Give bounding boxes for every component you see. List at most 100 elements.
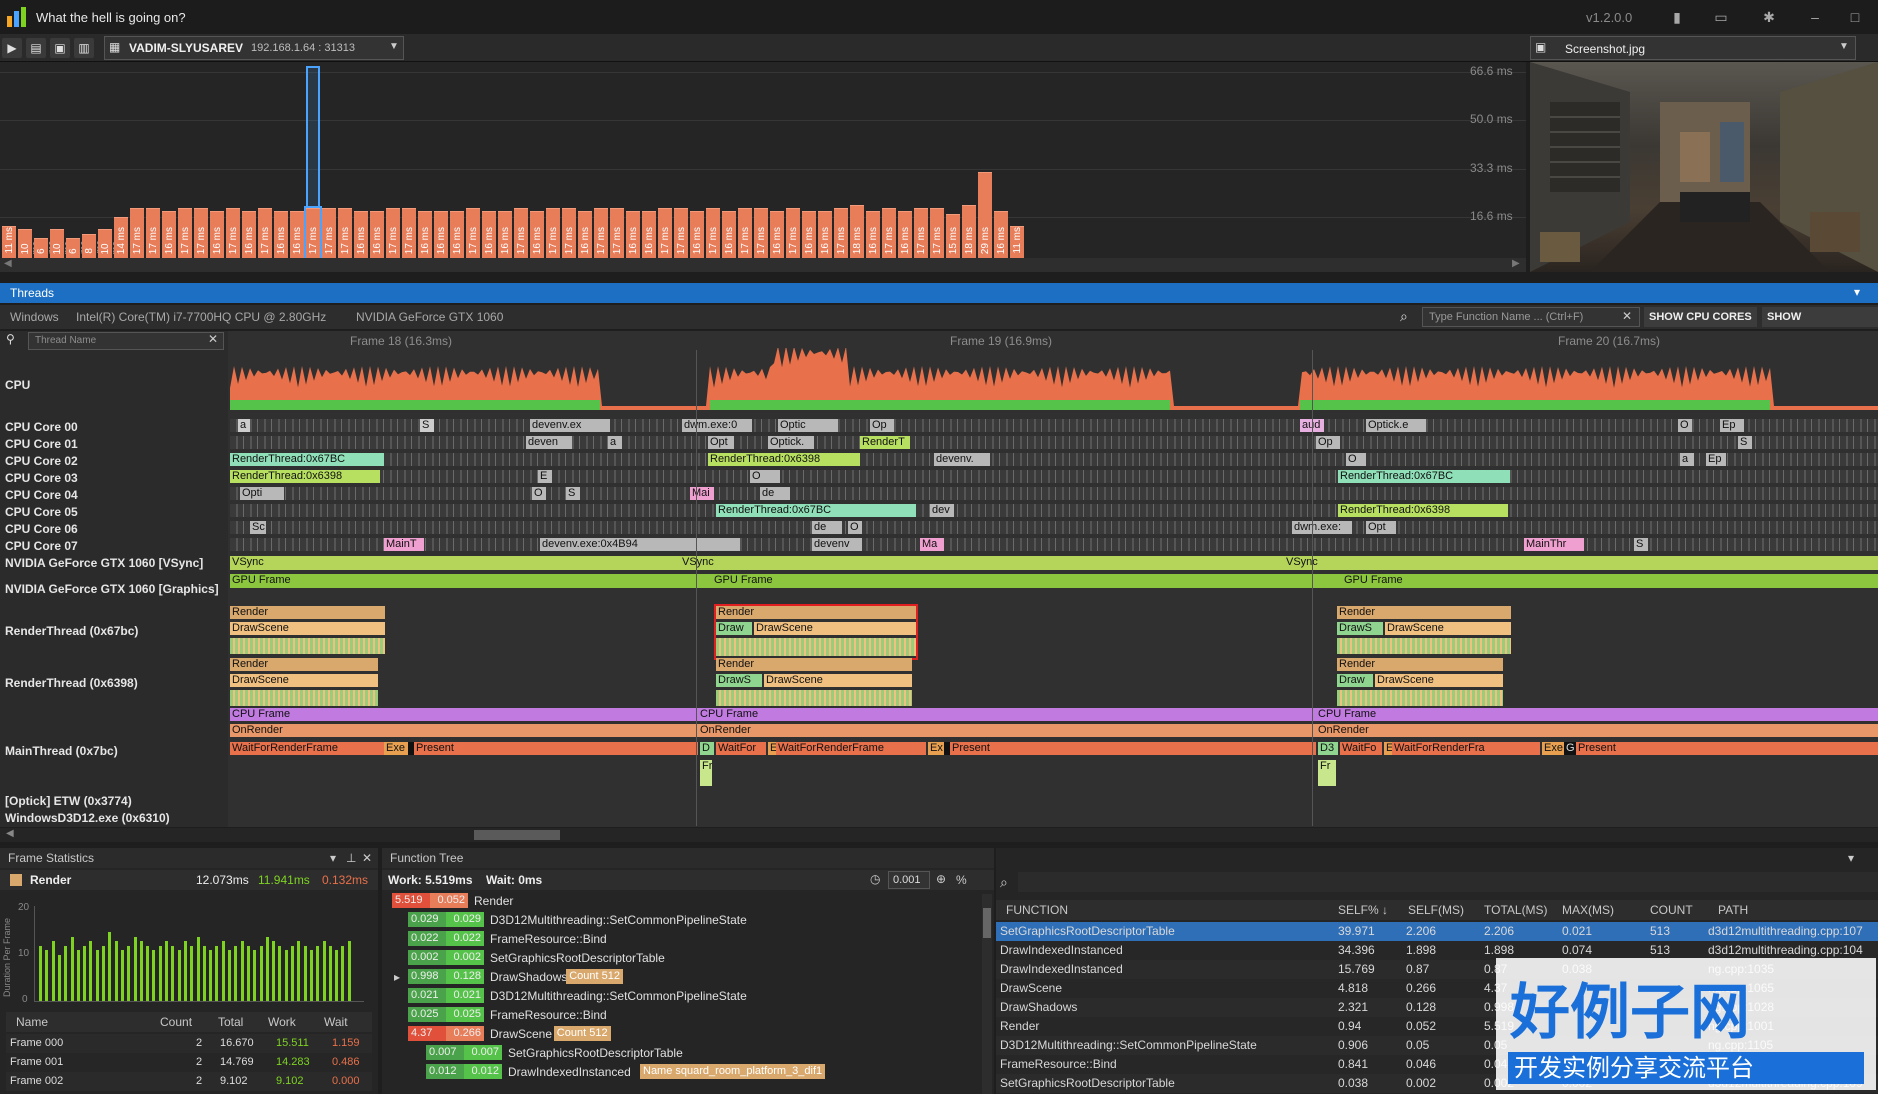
histogram-bar[interactable] — [57, 955, 61, 1001]
frame-bar[interactable]: 17 ms — [834, 207, 848, 258]
histogram-bar[interactable] — [120, 950, 124, 1001]
frame-bar[interactable]: 16 ms — [722, 210, 736, 258]
minimize-icon[interactable]: – — [1806, 8, 1824, 26]
histogram-bar[interactable] — [234, 945, 238, 1001]
show-cpu-cores-button[interactable]: SHOW CPU CORES — [1644, 307, 1757, 327]
core-block[interactable]: S — [566, 487, 580, 500]
histogram-bar[interactable] — [95, 950, 99, 1001]
frame-bar[interactable]: 17 ms — [914, 207, 928, 258]
core-block[interactable]: a — [608, 436, 622, 449]
stats-row[interactable]: Frame 002 2 9.102 9.102 0.000 — [6, 1072, 372, 1091]
histogram-bar[interactable] — [139, 941, 143, 1001]
core-block[interactable]: dwm.exe:0 — [682, 419, 752, 432]
timer-icon[interactable]: ◷ — [870, 872, 880, 886]
frame-bar[interactable]: 16 ms — [866, 210, 880, 258]
column-header[interactable]: SELF(MS) — [1408, 903, 1464, 917]
core-block[interactable]: de — [760, 487, 790, 500]
draw-block[interactable]: Draw — [716, 622, 752, 635]
draw-calls-strip[interactable] — [716, 638, 916, 656]
present-block[interactable]: Present — [414, 742, 698, 755]
frame-bar[interactable]: 17 ms — [754, 207, 768, 258]
gpu-frame-block[interactable]: GPU Frame — [230, 574, 430, 587]
tree-row[interactable]: 0.022 0.022 FrameResource::Bind — [408, 930, 970, 948]
core-block[interactable]: Ep — [1720, 419, 1744, 432]
core-block[interactable]: MainThr — [1524, 538, 1584, 551]
chevron-left-icon[interactable]: ◀ — [6, 828, 14, 839]
exe-block[interactable]: Exe — [384, 742, 408, 755]
frame-bar[interactable]: 16 ms — [274, 210, 288, 258]
selected-render-block[interactable]: Render Draw DrawScene — [714, 604, 918, 660]
core-block[interactable]: Optick.e — [1366, 419, 1426, 432]
core-block[interactable]: O — [1346, 453, 1366, 466]
tree-scrollbar[interactable] — [982, 894, 992, 1094]
save-icon[interactable]: ▣ — [50, 38, 70, 58]
core-block[interactable]: Optic — [778, 419, 838, 432]
frame-bar[interactable]: 17 ms — [882, 207, 896, 258]
frame-bar[interactable]: 17 ms — [338, 207, 352, 258]
histogram-bar[interactable] — [303, 945, 307, 1001]
core-block[interactable]: Mai — [690, 487, 714, 500]
pin-icon[interactable]: ⊥ — [346, 848, 356, 868]
duration-histogram[interactable] — [34, 906, 364, 1002]
frame-bar[interactable]: 17 ms — [226, 207, 240, 258]
histogram-bar[interactable] — [272, 941, 276, 1001]
core-lane-c01[interactable] — [230, 436, 1878, 449]
histogram-bar[interactable] — [89, 941, 93, 1001]
frame-bar[interactable]: 17 ms — [304, 205, 322, 260]
core-block[interactable]: O — [848, 521, 862, 534]
histogram-bar[interactable] — [146, 945, 150, 1001]
core-block[interactable]: RenderThread:0x67BC — [230, 453, 384, 466]
frame-bar[interactable]: 16 ms — [642, 210, 656, 258]
draw-calls-strip[interactable] — [230, 638, 385, 654]
frame-bar[interactable]: 17 ms — [466, 207, 480, 258]
core-block[interactable]: devenv. — [934, 453, 990, 466]
draws-block[interactable]: DrawS — [716, 674, 762, 687]
render-block[interactable]: Render — [1337, 606, 1511, 619]
draw-calls-strip[interactable] — [230, 690, 378, 706]
frame-bar[interactable]: 17 ms — [738, 207, 752, 258]
frame-bar[interactable]: 17 ms — [258, 207, 272, 258]
frame-bar[interactable]: 16 ms — [290, 210, 304, 258]
histogram-bar[interactable] — [309, 950, 313, 1001]
column-header[interactable]: Wait — [324, 1015, 348, 1029]
e-block[interactable]: E — [1384, 742, 1392, 755]
vsync-lane[interactable]: VSync VSync VSync — [230, 556, 1878, 570]
tree-row[interactable]: 0.012 0.012 DrawIndexedInstanced Name squar… — [426, 1063, 970, 1081]
histogram-bar[interactable] — [221, 941, 225, 1001]
frame-bar[interactable]: 17 ms — [514, 207, 528, 258]
histogram-bar[interactable] — [83, 945, 87, 1001]
frame-bar[interactable]: 16 ms — [242, 210, 256, 258]
function-table-row[interactable]: SetGraphicsRootDescriptorTable 39.971 2.20… — [996, 922, 1878, 941]
frame-bar[interactable]: 18 ms — [962, 204, 976, 258]
frame-bar[interactable]: 17 ms — [130, 207, 144, 258]
function-table-search[interactable] — [1018, 872, 1878, 892]
tree-row[interactable]: 0.025 0.025 FrameResource::Bind — [408, 1006, 970, 1024]
core-lane-c00[interactable] — [230, 419, 1878, 432]
onrender-block[interactable]: OnRender — [230, 724, 698, 737]
histogram-bar[interactable] — [102, 945, 105, 1001]
tree-row[interactable]: 0.998 0.128 DrawShadows ▸ Count 512 — [394, 968, 970, 986]
histogram-bar[interactable] — [133, 936, 137, 1001]
histogram-bar[interactable] — [253, 950, 257, 1001]
render-block[interactable]: Render — [716, 606, 916, 619]
histogram-bar[interactable] — [165, 941, 168, 1001]
frame-bar[interactable]: 17 ms — [402, 207, 416, 258]
chevron-left-icon[interactable]: ◀ — [4, 258, 12, 269]
pin-icon[interactable]: ▮ — [1668, 8, 1686, 26]
render-block[interactable]: Render — [230, 658, 378, 671]
core-block[interactable]: Op — [1316, 436, 1340, 449]
cpu-frame-block[interactable]: CPU Frame — [230, 708, 698, 721]
stats-row[interactable]: Frame 000 2 16.670 15.511 1.159 — [6, 1034, 372, 1053]
histogram-bar[interactable] — [322, 941, 326, 1001]
exe-block[interactable]: Exe — [1542, 742, 1564, 755]
core-lane-c03[interactable] — [230, 470, 1878, 483]
frames-chart[interactable]: 66.6 ms 50.0 ms 33.3 ms 16.6 ms 11 ms 10 … — [0, 62, 1526, 272]
histogram-bar[interactable] — [183, 941, 187, 1001]
frame-bar[interactable]: 16 ms — [994, 210, 1008, 258]
core-lane-c04[interactable] — [230, 487, 1878, 500]
histogram-bar[interactable] — [228, 950, 231, 1001]
core-block[interactable]: RenderThread:0x67BC — [1338, 470, 1510, 483]
frame-bar[interactable]: 16 ms — [530, 210, 544, 258]
histogram-bar[interactable] — [190, 945, 194, 1001]
frame-bar[interactable]: 6 ms — [34, 238, 58, 258]
